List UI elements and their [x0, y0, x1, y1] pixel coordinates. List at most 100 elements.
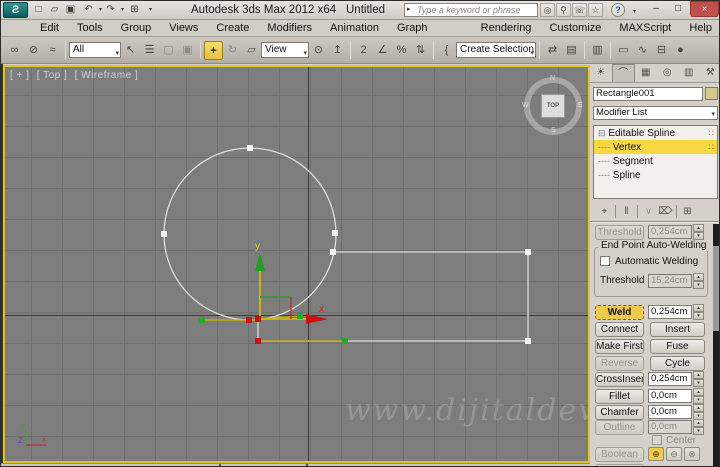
spline-vertices[interactable]: [161, 145, 531, 344]
menu-animation[interactable]: Animation: [321, 20, 388, 37]
edit-named-selection-sets-icon[interactable]: {: [437, 41, 456, 60]
rectangular-selection-region-icon[interactable]: ▢: [159, 41, 178, 60]
insert-button[interactable]: Insert: [650, 322, 705, 337]
object-name-field[interactable]: Rectangle001: [593, 87, 703, 101]
named-selection-sets-dropdown[interactable]: Create Selection Se▾: [456, 42, 536, 58]
cycle-button[interactable]: Cycle: [650, 356, 705, 371]
spinner-snap-icon[interactable]: ⇅: [411, 41, 430, 60]
tab-modify-icon[interactable]: ⌒: [611, 64, 635, 82]
fillet-spinner[interactable]: ▴ ▾: [693, 388, 704, 404]
tab-create-icon[interactable]: ☀: [590, 64, 612, 82]
chamfer-spinner[interactable]: ▴ ▾: [693, 404, 704, 420]
viewcube-top-face[interactable]: TOP: [541, 94, 565, 118]
use-pivot-point-center-icon[interactable]: ⊙: [309, 41, 328, 60]
tab-hierarchy-icon[interactable]: ▦: [635, 64, 657, 82]
close-button[interactable]: ×: [690, 1, 719, 17]
align-icon[interactable]: ▤: [562, 41, 581, 60]
window-crossing-icon[interactable]: ▣: [178, 41, 197, 60]
top-viewport[interactable]: [ + ] [ Top ] [ Wireframe ] www.dijitald…: [3, 65, 590, 463]
cross-insert-button[interactable]: CrossInsert: [595, 372, 644, 387]
weld-button[interactable]: Weld: [595, 305, 644, 320]
percent-snap-icon[interactable]: %: [392, 41, 411, 60]
move-gizmo[interactable]: y x: [255, 241, 328, 324]
select-object-icon[interactable]: ↖: [121, 41, 140, 60]
stack-vertex[interactable]: ---- Vertex ∷: [594, 140, 717, 154]
unlink-selection-icon[interactable]: ⊘: [24, 41, 43, 60]
communication-center-icon[interactable]: ☏: [572, 3, 587, 17]
menu-modifiers[interactable]: Modifiers: [258, 20, 321, 37]
panel-scrollbar-thumb[interactable]: [713, 246, 719, 331]
menu-create[interactable]: Create: [207, 20, 258, 37]
stack-spline[interactable]: ---- Spline: [594, 168, 717, 182]
compass-west[interactable]: W: [522, 102, 529, 109]
compass-east[interactable]: E: [578, 102, 583, 109]
select-and-scale-icon[interactable]: ▱: [242, 41, 261, 60]
menu-maxscript[interactable]: MAXScript: [610, 20, 680, 37]
menu-rendering[interactable]: Rendering: [472, 20, 541, 37]
schematic-view-icon[interactable]: ⊟: [652, 41, 671, 60]
infocenter-key-icon[interactable]: ⚲: [556, 3, 571, 17]
modifier-list-dropdown[interactable]: Modifier List ▾: [593, 106, 718, 120]
selection-filter-dropdown[interactable]: All ▾: [69, 42, 121, 58]
editable-spline-shape[interactable]: [163, 147, 529, 342]
panel-scrollbar[interactable]: [713, 224, 719, 466]
stack-segment[interactable]: ---- Segment: [594, 154, 717, 168]
fuse-button[interactable]: Fuse: [650, 339, 705, 354]
select-and-link-icon[interactable]: ∞: [5, 41, 24, 60]
compass-north[interactable]: N: [550, 75, 555, 82]
menu-views[interactable]: Views: [160, 20, 207, 37]
layer-manager-icon[interactable]: ▥: [588, 41, 607, 60]
material-editor-icon[interactable]: ●: [671, 41, 690, 60]
bind-to-space-warp-icon[interactable]: ≈: [43, 41, 62, 60]
menu-customize[interactable]: Customize: [540, 20, 610, 37]
tab-display-icon[interactable]: ▥: [678, 64, 700, 82]
graphite-ribbon-icon[interactable]: ▭: [614, 41, 633, 60]
menu-help[interactable]: Help: [680, 20, 719, 37]
menu-graph-editors[interactable]: Graph Editors: [388, 20, 472, 51]
select-by-name-icon[interactable]: ☰: [140, 41, 159, 60]
viewcube[interactable]: TOP N W E S: [522, 75, 583, 135]
time-slider-strip[interactable]: [1, 463, 590, 466]
curve-editor-icon[interactable]: ∿: [633, 41, 652, 60]
mirror-icon[interactable]: ⇄: [543, 41, 562, 60]
maximize-button[interactable]: □: [667, 1, 689, 17]
chamfer-field[interactable]: 0,0cm: [648, 405, 692, 419]
weld-spinner[interactable]: ▴ ▾: [693, 304, 704, 320]
pin-stack-icon[interactable]: ⌖: [596, 206, 613, 217]
angle-snap-icon[interactable]: ∠: [373, 41, 392, 60]
cross-insert-spinner[interactable]: ▴ ▾: [693, 371, 704, 387]
save-file-icon[interactable]: ▣: [63, 3, 78, 17]
menu-edit[interactable]: Edit: [31, 20, 68, 37]
favorites-star-icon[interactable]: ☆: [588, 3, 603, 17]
application-menu-logo[interactable]: Ƨ: [3, 2, 28, 18]
open-file-icon[interactable]: ▱: [47, 3, 62, 17]
compass-south[interactable]: S: [551, 127, 556, 134]
connect-button[interactable]: Connect: [595, 322, 644, 337]
menu-tools[interactable]: Tools: [68, 20, 112, 37]
make-unique-icon[interactable]: ∨: [640, 206, 657, 217]
automatic-welding-checkbox[interactable]: [600, 256, 610, 266]
select-and-rotate-icon[interactable]: ↻: [223, 41, 242, 60]
fillet-field[interactable]: 0,0cm: [648, 389, 692, 403]
select-and-manipulate-icon[interactable]: ↥: [328, 41, 347, 60]
search-input[interactable]: Type a keyword or phrase: [404, 3, 538, 17]
menu-group[interactable]: Group: [112, 20, 161, 37]
search-icon[interactable]: ◎: [540, 3, 555, 17]
cross-insert-field[interactable]: 0,254cm: [648, 372, 692, 386]
fillet-button[interactable]: Fillet: [595, 389, 644, 404]
object-color-swatch[interactable]: [705, 87, 718, 100]
weld-threshold-field[interactable]: 0,254cm: [648, 305, 692, 319]
chamfer-button[interactable]: Chamfer: [595, 405, 644, 420]
reference-coordinate-dropdown[interactable]: View ▾: [261, 42, 309, 58]
tab-utilities-icon[interactable]: ⚒: [700, 64, 720, 82]
tab-motion-icon[interactable]: ◎: [657, 64, 679, 82]
select-and-move-icon[interactable]: +: [204, 40, 223, 60]
minimize-button[interactable]: –: [645, 1, 667, 17]
make-first-button[interactable]: Make First: [595, 339, 644, 354]
toolbar-options-icon[interactable]: ▾: [143, 3, 158, 17]
snaps-toggle-icon[interactable]: 2: [354, 41, 373, 60]
show-end-result-icon[interactable]: ‖: [618, 206, 635, 217]
help-dropdown-icon[interactable]: ▾: [627, 5, 642, 19]
new-file-icon[interactable]: □: [31, 3, 46, 17]
configure-modifier-sets-icon[interactable]: ⊞: [679, 206, 696, 217]
